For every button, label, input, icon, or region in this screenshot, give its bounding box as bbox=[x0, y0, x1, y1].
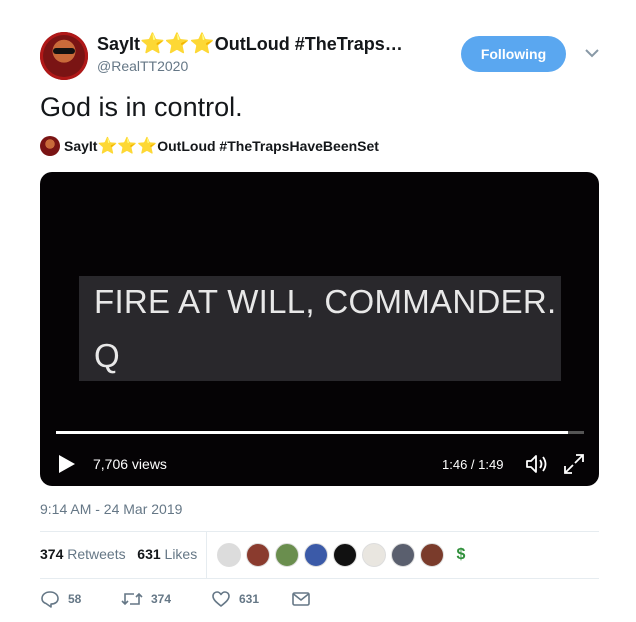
liker-avatar[interactable] bbox=[333, 543, 357, 567]
liker-avatar[interactable] bbox=[362, 543, 386, 567]
liker-avatars[interactable]: $ bbox=[217, 543, 473, 567]
author-handle[interactable]: @RealTT2020 bbox=[97, 58, 188, 74]
likes-count: 631 bbox=[137, 546, 161, 562]
video-player[interactable]: FIRE AT WILL, COMMANDER. Q 7,706 views 1… bbox=[40, 172, 599, 486]
video-caption-line1: FIRE AT WILL, COMMANDER. bbox=[94, 283, 557, 320]
liker-avatar[interactable] bbox=[246, 543, 270, 567]
reply-button[interactable]: 58 bbox=[40, 590, 121, 608]
stats-divider bbox=[206, 532, 207, 578]
tweet-timestamp[interactable]: 9:14 AM - 24 Mar 2019 bbox=[40, 501, 182, 517]
tweet-actions: 58 374 631 bbox=[40, 590, 319, 608]
divider bbox=[40, 578, 599, 579]
display-name-prefix: SayIt bbox=[97, 34, 141, 54]
heart-icon bbox=[212, 591, 230, 607]
mail-icon bbox=[292, 592, 310, 606]
video-progress-fill bbox=[56, 431, 569, 434]
display-name-suffix: OutLoud #TheTraps… bbox=[214, 34, 403, 54]
avatar-glasses bbox=[53, 48, 75, 54]
retweet-count: 374 bbox=[151, 592, 172, 606]
reply-icon bbox=[41, 591, 59, 608]
tweet-stats[interactable]: 374 Retweets 631 Likes bbox=[40, 546, 197, 562]
chevron-down-icon[interactable] bbox=[583, 44, 601, 62]
retweets-count: 374 bbox=[40, 546, 64, 562]
retweets-label: Retweets bbox=[67, 546, 126, 562]
fullscreen-icon[interactable] bbox=[562, 452, 586, 476]
video-progress-bar[interactable] bbox=[56, 431, 584, 434]
author-avatar[interactable] bbox=[40, 32, 88, 80]
video-caption-line2: Q bbox=[94, 337, 120, 374]
liker-avatar[interactable] bbox=[420, 543, 444, 567]
liker-avatar[interactable] bbox=[304, 543, 328, 567]
liker-avatar[interactable] bbox=[275, 543, 299, 567]
volume-icon[interactable] bbox=[524, 452, 550, 476]
likes-label: Likes bbox=[164, 546, 198, 562]
liker-avatar[interactable] bbox=[217, 543, 241, 567]
video-views: 7,706 views bbox=[93, 456, 167, 472]
play-icon[interactable] bbox=[57, 453, 77, 475]
author-display-name[interactable]: SayIt⭐⭐⭐OutLoud #TheTraps… bbox=[97, 34, 403, 55]
retweet-button[interactable]: 374 bbox=[121, 590, 211, 608]
retweet-icon bbox=[121, 592, 143, 606]
following-button[interactable]: Following bbox=[461, 36, 566, 72]
quoted-display-name: SayIt⭐⭐⭐OutLoud #TheTrapsHaveBeenSet bbox=[64, 137, 379, 155]
tweet-text: God is in control. bbox=[40, 92, 243, 122]
divider bbox=[40, 531, 599, 532]
like-button[interactable]: 631 bbox=[211, 590, 291, 608]
quoted-author[interactable]: SayIt⭐⭐⭐OutLoud #TheTrapsHaveBeenSet bbox=[40, 136, 379, 156]
direct-message-button[interactable] bbox=[291, 590, 319, 608]
like-count: 631 bbox=[239, 592, 260, 606]
reply-count: 58 bbox=[68, 592, 82, 606]
quoted-avatar bbox=[40, 136, 60, 156]
video-time: 1:46 / 1:49 bbox=[442, 457, 504, 472]
star-emojis: ⭐⭐⭐ bbox=[140, 33, 215, 55]
liker-avatar[interactable] bbox=[391, 543, 415, 567]
liker-avatar[interactable]: $ bbox=[449, 543, 473, 567]
